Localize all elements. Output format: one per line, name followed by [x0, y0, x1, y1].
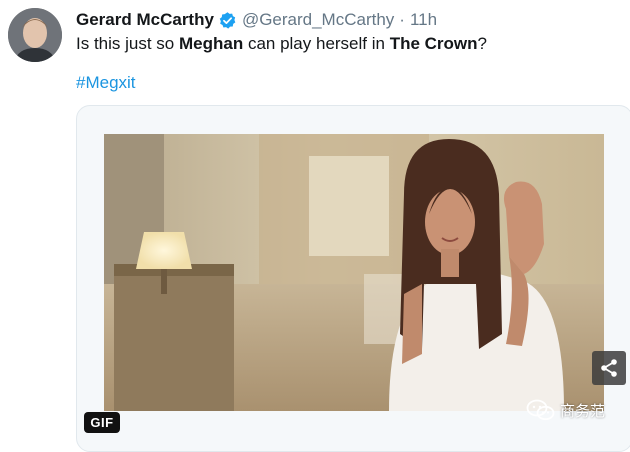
- timestamp[interactable]: 11h: [410, 10, 437, 30]
- share-button[interactable]: [592, 351, 626, 385]
- tweet-text-bold-show: The Crown: [389, 34, 478, 53]
- watermark: 商务范: [526, 396, 605, 424]
- verified-badge-icon: [218, 11, 237, 30]
- gif-media[interactable]: [104, 134, 604, 411]
- wechat-icon: [526, 399, 556, 421]
- avatar[interactable]: [8, 8, 62, 62]
- share-icon: [601, 359, 617, 377]
- tweet-text: Is this just so Meghan can play herself …: [76, 34, 487, 54]
- separator-dot: ·: [399, 10, 405, 29]
- tweet-text-part: Is this just so: [76, 34, 179, 53]
- gif-badge: GIF: [84, 412, 120, 433]
- watermark-text: 商务范: [560, 402, 606, 420]
- display-name[interactable]: Gerard McCarthy: [76, 10, 214, 30]
- tweet-text-part: ?: [477, 34, 487, 53]
- tweet-text-part: can play herself in: [243, 34, 390, 53]
- user-handle[interactable]: @Gerard_McCarthy: [242, 10, 394, 30]
- tweet-text-bold-name: Meghan: [178, 34, 244, 53]
- hashtag-link[interactable]: #Megxit: [76, 73, 136, 93]
- tweet-header: Gerard McCarthy @Gerard_McCarthy · 11h: [76, 9, 437, 31]
- tweet: Gerard McCarthy @Gerard_McCarthy · 11h I…: [0, 0, 630, 452]
